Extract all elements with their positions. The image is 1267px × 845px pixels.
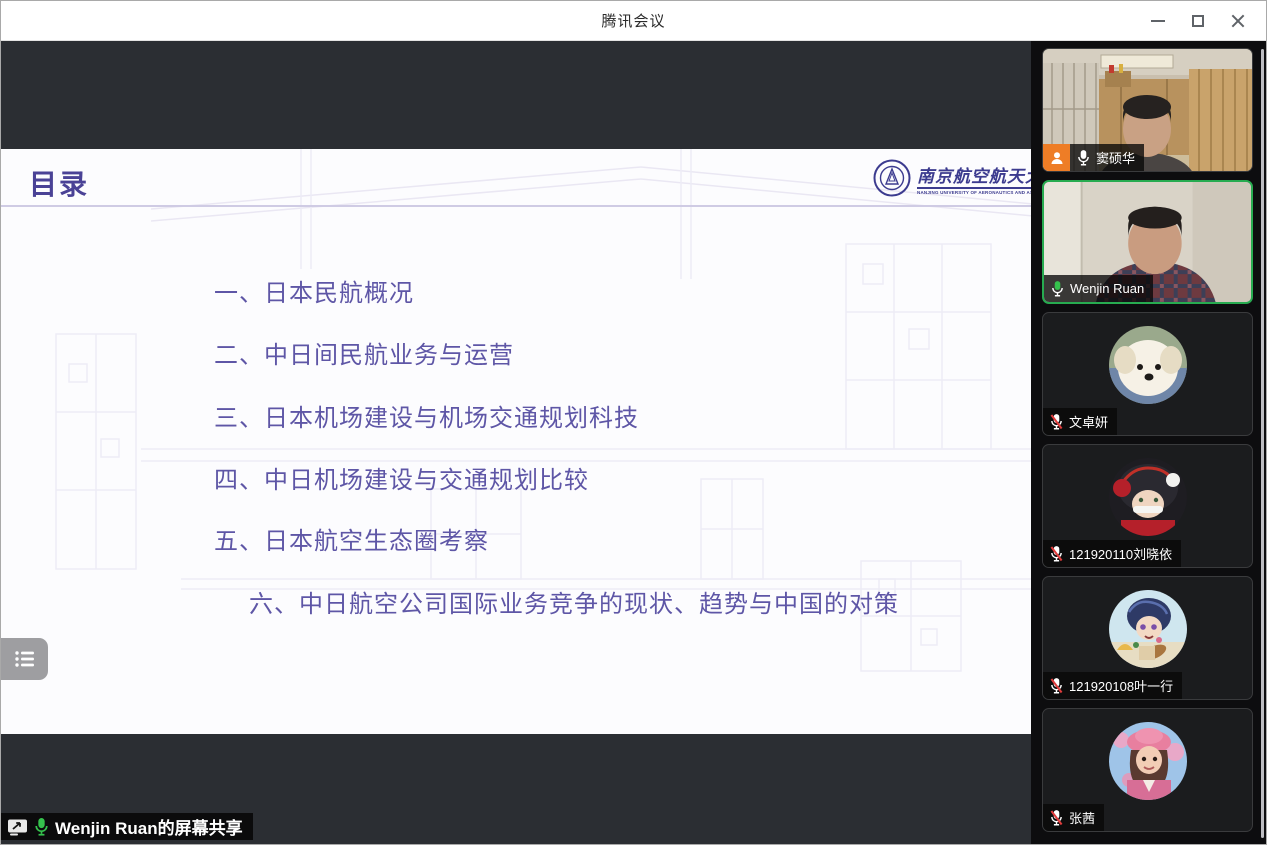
toc-item-3: 三、日本机场建设与机场交通规划科技 <box>214 405 639 432</box>
participant-name-label: 窦硕华 <box>1043 144 1145 171</box>
slide-outline-button[interactable] <box>1 638 48 680</box>
meeting-window: 腾讯会议 目录 南京航空航天 NANJING UNIVERSITY OF AER… <box>0 0 1267 845</box>
lattice-c <box>700 478 764 580</box>
university-logo: 南京航空航天大學 NANJING UNIVERSITY OF AERONAUTI… <box>873 159 1033 197</box>
avatar <box>1108 326 1187 404</box>
mic-speaking-icon <box>1052 281 1063 297</box>
share-banner-text: Wenjin Ruan的屏幕共享 <box>55 819 243 838</box>
participant-name: 张茜 <box>1069 811 1096 826</box>
close-button[interactable] <box>1218 1 1258 41</box>
window-titlebar: 腾讯会议 <box>1 1 1266 41</box>
presentation-slide: 目录 南京航空航天大學 NANJING UNIVERSITY OF AERONA… <box>1 149 1033 734</box>
mic-muted-icon <box>1050 546 1063 562</box>
shared-screen-region: 目录 南京航空航天大學 NANJING UNIVERSITY OF AERONA… <box>1 41 1033 844</box>
participant-tile-zhang-qian[interactable]: 张茜 <box>1042 708 1253 832</box>
screen-share-banner: Wenjin Ruan的屏幕共享 <box>1 813 253 840</box>
participant-tile-wen-zhuoyan[interactable]: 文卓妍 <box>1042 312 1253 436</box>
mic-muted-icon <box>1050 414 1063 430</box>
participant-tile-dou-shuohua[interactable]: 窦硕华 <box>1042 48 1253 172</box>
avatar <box>1108 722 1187 800</box>
participant-name-label: 121920110刘晓依 <box>1043 540 1182 567</box>
minimize-button[interactable] <box>1138 1 1178 41</box>
toc-item-6: 六、中日航空公司国际业务竞争的现状、趋势与中国的对策 <box>249 591 899 618</box>
participant-name-label: 121920108叶一行 <box>1043 672 1183 699</box>
toc-item-4: 四、中日机场建设与交通规划比较 <box>214 467 589 494</box>
host-badge-icon <box>1043 144 1070 171</box>
participants-panel: 窦硕华 Wenjin Ruan 文卓妍 121920110刘晓依 1219201… <box>1031 41 1266 844</box>
slide-title: 目录 <box>29 169 90 200</box>
close-icon <box>1231 14 1245 28</box>
mic-speaking-icon <box>35 818 48 836</box>
minimize-icon <box>1151 20 1165 22</box>
lattice-a <box>845 243 992 450</box>
participant-name: 121920108叶一行 <box>1069 679 1174 694</box>
maximize-button[interactable] <box>1178 1 1218 41</box>
university-emblem-icon <box>873 159 911 197</box>
participant-tile-liu-xiaoyi[interactable]: 121920110刘晓依 <box>1042 444 1253 568</box>
toc-item-2: 二、中日间民航业务与运营 <box>214 342 514 369</box>
participant-tile-wenjin-ruan[interactable]: Wenjin Ruan <box>1042 180 1253 304</box>
participant-tile-ye-yixing[interactable]: 121920108叶一行 <box>1042 576 1253 700</box>
lattice-b <box>55 333 137 570</box>
mic-muted-icon <box>1050 810 1063 826</box>
maximize-icon <box>1192 15 1204 27</box>
participants-scrollbar[interactable] <box>1261 49 1264 838</box>
window-controls <box>1138 1 1258 41</box>
slide-divider <box>1 205 1033 207</box>
avatar <box>1108 590 1187 668</box>
window-title: 腾讯会议 <box>601 13 666 30</box>
avatar <box>1108 458 1187 536</box>
participant-name: Wenjin Ruan <box>1070 281 1145 296</box>
mic-muted-icon <box>1050 678 1063 694</box>
toc-item-1: 一、日本民航概况 <box>214 280 414 307</box>
participant-name-label: 文卓妍 <box>1043 408 1118 435</box>
toc-item-5: 五、日本航空生态圈考察 <box>214 528 489 555</box>
university-name-cn: 南京航空航天大學 <box>917 166 1033 187</box>
participant-name: 窦硕华 <box>1096 151 1136 166</box>
participant-name-label: 张茜 <box>1043 804 1105 831</box>
screen-share-icon <box>8 819 27 835</box>
participant-name: 文卓妍 <box>1069 415 1109 430</box>
university-name-en: NANJING UNIVERSITY OF AERONAUTICS AND AS… <box>917 186 1033 195</box>
participant-name: 121920110刘晓依 <box>1069 547 1173 562</box>
participant-name-label: Wenjin Ruan <box>1044 275 1154 302</box>
slide-watermark <box>55 149 1033 672</box>
list-icon <box>14 651 34 667</box>
mic-on-icon <box>1078 150 1089 166</box>
